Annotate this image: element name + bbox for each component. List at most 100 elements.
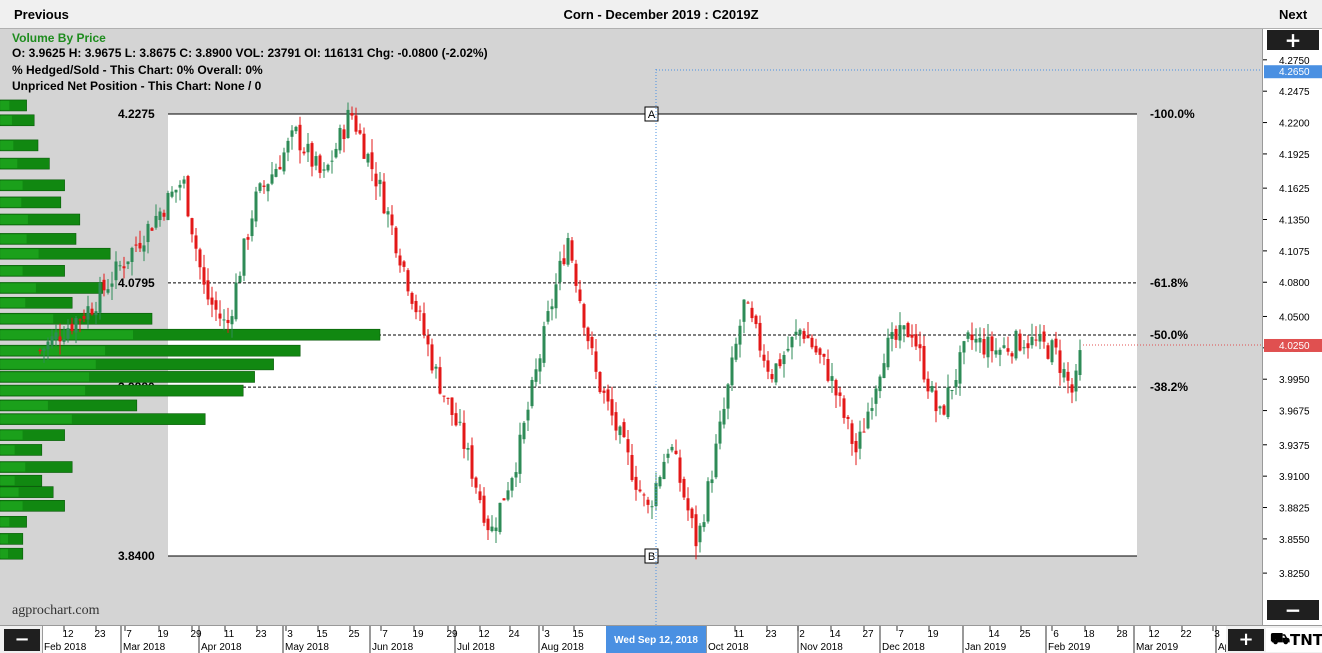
volume-by-price-bar-highlight bbox=[0, 298, 26, 308]
price-axis-label: 4.1925 bbox=[1279, 150, 1310, 161]
candle-body bbox=[86, 306, 90, 320]
candle-body bbox=[846, 416, 850, 419]
day-label: 19 bbox=[927, 629, 939, 640]
zoom-out-button[interactable]: − bbox=[1267, 600, 1319, 620]
candle-body bbox=[1014, 330, 1018, 359]
candle-body bbox=[878, 376, 882, 392]
scroll-right-button[interactable]: + bbox=[1228, 629, 1264, 651]
volume-by-price-bar-highlight bbox=[0, 372, 90, 382]
day-label: 14 bbox=[829, 629, 841, 640]
volume-by-price-bar-highlight bbox=[0, 346, 106, 356]
price-axis-label: 4.1350 bbox=[1279, 216, 1310, 227]
price-axis-label: 3.8825 bbox=[1279, 504, 1310, 515]
candle-body bbox=[174, 189, 178, 193]
candle-body bbox=[194, 235, 198, 249]
candle-body bbox=[734, 343, 738, 360]
candle-body bbox=[114, 261, 118, 281]
candle-body bbox=[374, 173, 378, 187]
price-axis-label: 4.1625 bbox=[1279, 184, 1310, 195]
candle-body bbox=[106, 289, 110, 293]
candle-body bbox=[522, 422, 526, 440]
candle-body bbox=[1078, 350, 1082, 375]
candle-body bbox=[678, 457, 682, 483]
candle-body bbox=[746, 302, 750, 304]
candle-body bbox=[414, 300, 418, 313]
hedged-readout: % Hedged/Sold - This Chart: 0% Overall: … bbox=[12, 63, 263, 77]
day-label: 23 bbox=[94, 629, 106, 640]
next-link[interactable]: Next bbox=[1279, 7, 1307, 22]
candle-body bbox=[66, 328, 70, 339]
candle-body bbox=[862, 431, 866, 433]
candle-body bbox=[510, 478, 514, 491]
previous-link[interactable]: Previous bbox=[14, 7, 69, 22]
zoom-in-button[interactable]: + bbox=[1267, 30, 1319, 50]
candle-body bbox=[634, 476, 638, 490]
candle-body bbox=[866, 411, 870, 429]
tractor-icon: ⛟ bbox=[1270, 629, 1291, 648]
day-label: 3 bbox=[1214, 629, 1220, 640]
candle-body bbox=[694, 514, 698, 547]
candle-body bbox=[802, 331, 806, 339]
candle-body bbox=[558, 260, 562, 283]
candle-body bbox=[322, 169, 326, 171]
candle-body bbox=[898, 325, 902, 341]
candle-body bbox=[614, 412, 618, 431]
candle-body bbox=[838, 392, 842, 396]
month-label: Aug 2018 bbox=[541, 642, 584, 653]
candle-body bbox=[406, 270, 410, 292]
month-label: Mar 2018 bbox=[123, 642, 166, 653]
candle-body bbox=[274, 169, 278, 177]
candle-body bbox=[434, 366, 438, 369]
candle-body bbox=[334, 148, 338, 158]
candle-body bbox=[418, 310, 422, 312]
candle-body bbox=[1070, 384, 1074, 393]
month-label: Apr 2018 bbox=[201, 642, 242, 653]
price-axis-label: 3.8550 bbox=[1279, 535, 1310, 546]
day-label: 7 bbox=[382, 629, 388, 640]
candle-body bbox=[390, 214, 394, 226]
candle-body bbox=[826, 359, 830, 381]
candle-body bbox=[474, 477, 478, 488]
candle-body bbox=[658, 476, 662, 487]
candle-body bbox=[518, 434, 522, 474]
candle-body bbox=[638, 489, 642, 492]
day-label: 3 bbox=[544, 629, 550, 640]
candle-body bbox=[626, 439, 630, 453]
candle-body bbox=[830, 376, 834, 381]
candle-body bbox=[1042, 331, 1046, 342]
month-label: Mar 2019 bbox=[1136, 642, 1179, 653]
candle-body bbox=[198, 249, 202, 268]
scroll-left-button[interactable]: − bbox=[4, 629, 40, 651]
plot-area[interactable]: 4.2275-100.0%A4.0795-61.8%4.0338-50.0%3.… bbox=[0, 29, 1262, 625]
candle-body bbox=[250, 218, 254, 237]
price-axis-label: 4.2200 bbox=[1279, 119, 1310, 130]
price-chart[interactable]: 4.2275-100.0%A4.0795-61.8%4.0338-50.0%3.… bbox=[0, 29, 1262, 625]
candle-body bbox=[546, 311, 550, 322]
candle-body bbox=[306, 143, 310, 153]
candle-body bbox=[1046, 345, 1050, 359]
price-axis-label: 3.9950 bbox=[1279, 375, 1310, 386]
candle-body bbox=[674, 450, 678, 454]
candle-body bbox=[110, 283, 114, 287]
candle-body bbox=[350, 113, 354, 116]
day-label: 11 bbox=[734, 629, 745, 640]
candle-body bbox=[762, 354, 766, 361]
candle-body bbox=[526, 409, 530, 421]
candle-body bbox=[318, 155, 322, 173]
candle-body bbox=[186, 176, 190, 217]
volume-by-price-bar-highlight bbox=[0, 414, 72, 424]
candle-body bbox=[298, 124, 302, 151]
candle-body bbox=[278, 166, 282, 170]
top-navigation-bar: Corn - December 2019 : C2019Z Previous N… bbox=[0, 0, 1322, 29]
candle-body bbox=[690, 508, 694, 519]
volume-by-price-bar-highlight bbox=[0, 314, 54, 324]
candle-body bbox=[162, 212, 166, 217]
day-label: 23 bbox=[255, 629, 267, 640]
fib-pct-label: -50.0% bbox=[1150, 328, 1188, 342]
candle-body bbox=[478, 491, 482, 501]
candle-body bbox=[534, 369, 538, 382]
candle-body bbox=[486, 518, 490, 531]
candle-body bbox=[170, 191, 174, 197]
candle-body bbox=[498, 502, 502, 533]
volume-by-price-bar-highlight bbox=[0, 159, 18, 169]
